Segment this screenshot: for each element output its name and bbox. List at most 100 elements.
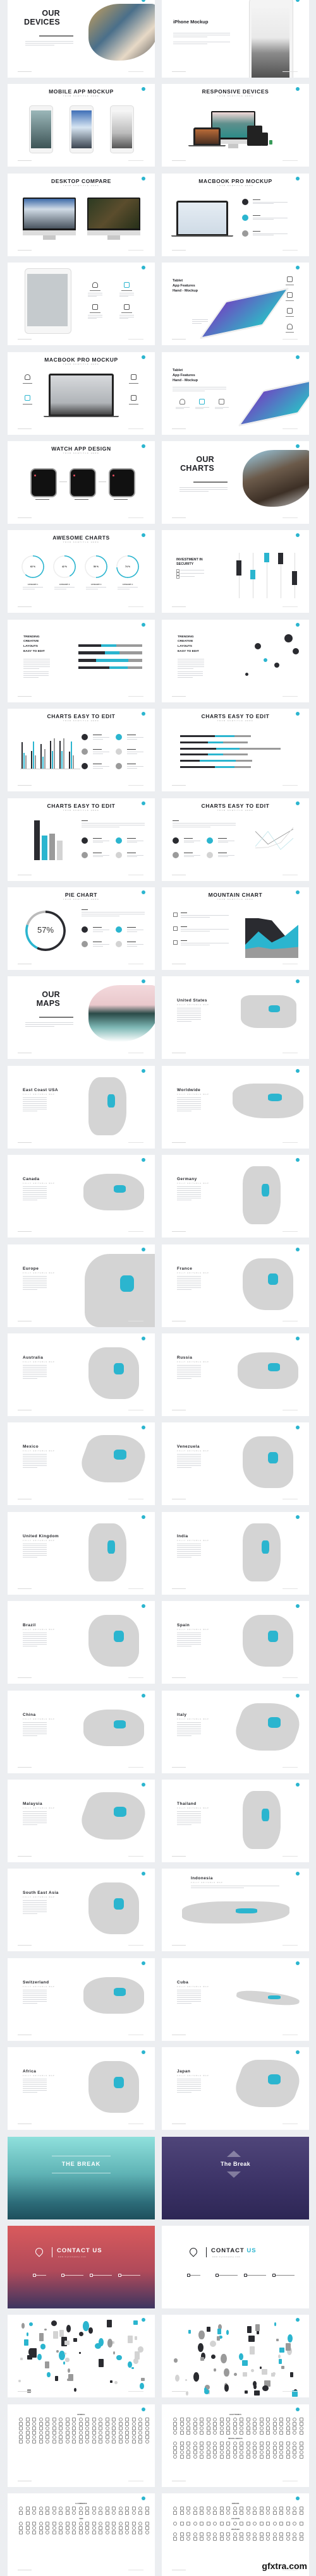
slide-map[interactable]: Canada FULLY EDITABLE MAP (8, 1155, 155, 1238)
icon-glyph (72, 2430, 76, 2435)
slide-desktops2[interactable]: DESKTOP COMPARE YOUR SUBTITLE HERE (8, 173, 155, 256)
slide-map[interactable]: Japan FULLY EDITABLE MAP (162, 2047, 309, 2130)
slide-investment[interactable]: INVESTMENT IN SECURITY (162, 530, 309, 613)
icon-glyph (125, 2531, 129, 2535)
infographic-element (63, 2361, 65, 2365)
slide-map[interactable]: Cuba FULLY EDITABLE MAP (162, 1958, 309, 2041)
slide-mountain[interactable]: MOUNTAIN CHART YOUR SUBTITLE HERE (162, 887, 309, 970)
category-icon-circle (82, 763, 88, 770)
slide-macbook-features[interactable]: MACBOOK PRO MOCKUP YOUR SUBTITLE HERE (162, 173, 309, 256)
icon-glyph (118, 2435, 123, 2439)
slide-watches[interactable]: WATCH APP DESIGN YOUR SUBTITLE HERE (8, 441, 155, 524)
slide-iphone[interactable]: iPhone Mockup (162, 0, 309, 78)
map-highlighted-region (114, 1449, 126, 1460)
slide-break[interactable]: THE BREAK (8, 2136, 155, 2219)
slide-map[interactable]: Germany FULLY EDITABLE MAP (162, 1155, 309, 1238)
heading-line: TRENDING (23, 635, 40, 639)
slide-map[interactable]: Switzerland FULLY EDITABLE MAP (8, 1958, 155, 2041)
slide-infographic[interactable] (8, 2315, 155, 2398)
slide-break[interactable]: The Break (162, 2136, 309, 2219)
contact-website: www.mycompany.com (58, 2255, 87, 2258)
slide-map[interactable]: Venezuela FULLY EDITABLE MAP (162, 1422, 309, 1506)
slide-single-bars[interactable]: CHARTS EASY TO EDIT YOUR SUBTITLE HERE (8, 798, 155, 881)
infographic-element (209, 2340, 216, 2347)
slide-title: MOUNTAIN CHART (208, 892, 263, 898)
slide-map[interactable]: Australia FULLY EDITABLE MAP (8, 1333, 155, 1416)
slide-icons[interactable]: GENERAL (8, 2404, 155, 2487)
icon-glyph (226, 2417, 230, 2421)
slide-map[interactable]: Malaysia FULLY EDITABLE MAP (8, 1780, 155, 1862)
slide-map[interactable]: India FULLY EDITABLE MAP (162, 1511, 309, 1595)
accent-badge (142, 1961, 145, 1965)
slide-section[interactable]: OUR MAPS (8, 976, 155, 1060)
slide-map[interactable]: France FULLY EDITABLE MAP (162, 1244, 309, 1327)
icon-glyph (299, 2507, 303, 2511)
slide-macbook-icons[interactable]: MACBOOK PRO MOCKUP YOUR SUBTITLE HERE (8, 352, 155, 435)
icon-glyph (272, 2441, 277, 2445)
map-shape-wide (83, 1976, 144, 2014)
slide-donuts[interactable]: AWESOME CHARTS YOUR SUBTITLE HERE 62 % CATE… (8, 530, 155, 613)
slide-vbars[interactable]: CHARTS EASY TO EDIT YOUR SUBTITLE HERE (8, 709, 155, 792)
text-placeholder-line (178, 671, 203, 672)
slide-map[interactable]: Italy FULLY EDITABLE MAP (162, 1690, 309, 1773)
infographic-element (26, 2332, 29, 2336)
slide-map-wide[interactable]: Indonesia FULLY EDITABLE MAP (162, 1869, 309, 1952)
slide-map[interactable]: Russia FULLY EDITABLE MAP (162, 1333, 309, 1416)
bell-icon (25, 374, 30, 380)
slide-map[interactable]: Brazil FULLY EDITABLE MAP (8, 1601, 155, 1684)
slide-map[interactable]: Africa FULLY EDITABLE MAP (8, 2047, 155, 2130)
icon-glyph (179, 2426, 184, 2430)
icon-glyph (25, 2531, 30, 2535)
slide-line[interactable]: CHARTS EASY TO EDIT YOUR SUBTITLE HERE (162, 798, 309, 881)
slide-map[interactable]: China FULLY EDITABLE MAP (8, 1690, 155, 1773)
infographic-element (114, 2381, 118, 2384)
text-placeholder-line (23, 1551, 47, 1552)
slide-trending-bubble[interactable]: TRENDING CREATIVE LAYOUTS EASY TO EDIT (162, 619, 309, 702)
map-highlighted-region (268, 1363, 281, 1372)
smartwatch-device (269, 140, 272, 145)
slide-map[interactable]: Worldwide FULLY EDITABLE MAP (162, 1065, 309, 1149)
slide-contact[interactable]: CONTACT US www.mycompany.com (162, 2226, 309, 2308)
slide-trending-hbar[interactable]: TRENDING CREATIVE LAYOUTS EASY TO EDIT (8, 619, 155, 702)
icon-glyph (246, 2532, 250, 2537)
text-placeholder-line (88, 295, 97, 297)
slide-map[interactable]: United States FULLY EDITABLE MAP (162, 976, 309, 1060)
slide-tablet-app[interactable]: Tablet App Features Hand - Mockup (162, 263, 309, 346)
slide-map[interactable]: United Kingdom FULLY EDITABLE MAP (8, 1511, 155, 1595)
contact-info-line (64, 2274, 83, 2276)
slide-map[interactable]: Thailand FULLY EDITABLE MAP (162, 1780, 309, 1862)
icon-glyph (125, 2435, 129, 2439)
icon-glyph (213, 2532, 217, 2537)
section-title-line: CHARTS (180, 464, 214, 473)
icon-glyph (253, 2537, 257, 2541)
footer-website-line (128, 695, 143, 697)
icon-glyph (112, 2417, 116, 2421)
slide-icons[interactable]: ELECTRONICS MISCELLANEOUS (162, 2404, 309, 2487)
icon-glyph (32, 2526, 36, 2531)
slide-infographic[interactable] (162, 2315, 309, 2398)
slide-responsive[interactable]: RESPONSIVE DEVICES YOUR SUBTITLE HERE (162, 84, 309, 167)
slide-phones3[interactable]: MOBILE APP MOCKUP YOUR SUBTITLE HERE (8, 84, 155, 167)
slide-tablet-app2[interactable]: Tablet App Features Hand - Mockup (162, 352, 309, 435)
slide-map[interactable]: Spain FULLY EDITABLE MAP (162, 1601, 309, 1684)
slide-section[interactable]: OUR CHARTS (162, 441, 309, 524)
watermark: gfxtra.com (262, 2561, 307, 2571)
accent-badge (142, 0, 145, 2)
accent-badge (296, 1426, 300, 1430)
slide-map[interactable]: Mexico FULLY EDITABLE MAP (8, 1422, 155, 1506)
icon-glyph (99, 2526, 102, 2531)
text-placeholder-line (177, 1545, 201, 1546)
slide-hbar6[interactable]: CHARTS EASY TO EDIT YOUR SUBTITLE HERE (162, 709, 309, 792)
slide-map[interactable]: East Coast USA FULLY EDITABLE MAP (8, 1065, 155, 1149)
slide-tablet-icons[interactable] (8, 263, 155, 346)
slide-map[interactable]: South East Asia FULLY EDITABLE MAP (8, 1869, 155, 1952)
slide-contact[interactable]: CONTACT US www.mycompany.com (8, 2226, 155, 2308)
icon-glyph (99, 2417, 102, 2421)
icon-glyph (200, 2430, 204, 2435)
slide-icons[interactable]: E-COMMERCE WEB (8, 2493, 155, 2576)
icon-glyph (173, 2445, 177, 2450)
icon-glyph (118, 2522, 123, 2526)
slide-map[interactable]: Europe FULLY EDITABLE MAP (8, 1244, 155, 1327)
slide-pie[interactable]: PIE CHART YOUR SUBTITLE HERE 57% (8, 887, 155, 970)
slide-section[interactable]: OUR DEVICES (8, 0, 155, 78)
